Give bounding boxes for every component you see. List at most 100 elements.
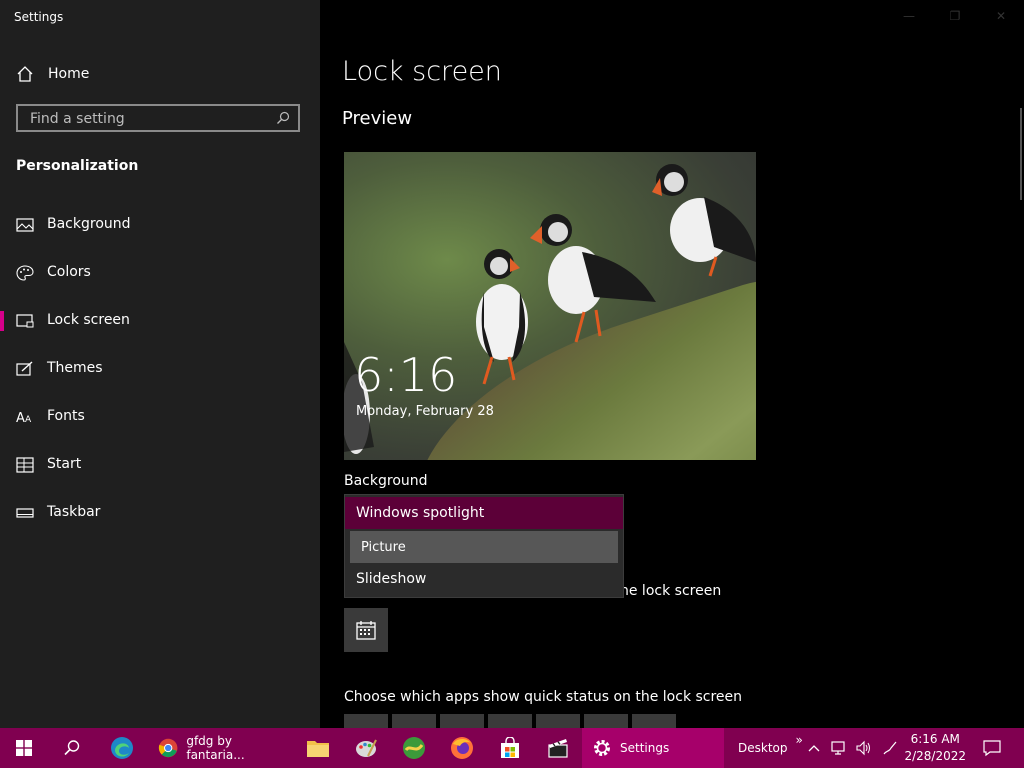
search-icon[interactable] (276, 111, 290, 125)
pen-workspace-button[interactable] (880, 728, 900, 768)
store-bag-icon (501, 737, 519, 758)
preview-heading: Preview (342, 108, 413, 129)
edge-button[interactable] (98, 728, 146, 768)
sidebar-item-fonts[interactable]: AA Fonts (0, 397, 320, 437)
desktop-toolbar-label: Desktop (738, 741, 788, 755)
quick-status-slot[interactable] (392, 714, 436, 728)
quick-status-slot[interactable] (488, 714, 532, 728)
quick-status-slot[interactable] (632, 714, 676, 728)
option-slideshow[interactable]: Slideshow (345, 563, 623, 595)
clock-date: 2/28/2022 (904, 749, 966, 763)
sidebar-item-label: Background (47, 216, 131, 232)
video-editor-button[interactable] (534, 728, 582, 768)
palette-icon (16, 265, 34, 281)
calendar-app-button[interactable] (344, 608, 388, 652)
sidebar-item-themes[interactable]: Themes (0, 349, 320, 389)
show-hidden-icons-button[interactable] (806, 728, 822, 768)
sidebar-item-label: Fonts (47, 408, 85, 424)
sidebar-item-lock-screen[interactable]: Lock screen (0, 301, 320, 341)
start-button[interactable] (0, 728, 48, 768)
paint-palette-icon (356, 739, 377, 757)
preview-date: Monday, February 28 (356, 404, 494, 419)
clapperboard-icon (548, 739, 568, 758)
taskbar: gfdg by fantaria... Settings Desktop » 6… (0, 728, 1024, 768)
quick-status-slot[interactable] (440, 714, 484, 728)
sidebar-item-start[interactable]: Start (0, 445, 320, 485)
paint-button[interactable] (342, 728, 390, 768)
sidebar-item-label: Themes (47, 360, 103, 376)
taskbar-search-button[interactable] (48, 728, 96, 768)
start-icon (16, 457, 34, 473)
edge-icon (111, 737, 133, 759)
volume-button[interactable] (854, 728, 872, 768)
toolbar-chevron-icon[interactable]: » (796, 733, 803, 747)
sidebar-item-colors[interactable]: Colors (0, 253, 320, 293)
quick-status-slot[interactable] (344, 714, 388, 728)
sidebar-item-label: Lock screen (47, 312, 130, 328)
chrome-window-label: gfdg by fantaria... (186, 734, 245, 762)
speaker-icon (856, 740, 870, 756)
network-icon (831, 741, 845, 755)
action-center-button[interactable] (978, 728, 1006, 768)
network-button[interactable] (830, 728, 848, 768)
svg-text:A: A (25, 415, 32, 425)
quick-status-apps (344, 714, 676, 728)
lock-screen-partial-text: he lock screen (620, 583, 722, 599)
font-icon: AA (16, 411, 32, 425)
sidebar-item-background[interactable]: Background (0, 205, 320, 245)
firefox-button[interactable] (438, 728, 486, 768)
map-app-icon (403, 737, 425, 759)
windows-logo-icon (16, 740, 32, 756)
calendar-icon (356, 621, 376, 640)
chrome-taskbar-button[interactable]: gfdg by fantaria... (150, 728, 286, 768)
option-picture[interactable]: Picture (350, 531, 618, 563)
settings-window-label: Settings (620, 741, 670, 755)
store-button[interactable] (486, 728, 534, 768)
clock-time: 6:16 AM (910, 732, 960, 746)
maps-app-button[interactable] (390, 728, 438, 768)
chrome-icon (158, 738, 178, 758)
page-title: Lock screen (342, 56, 502, 87)
search-box[interactable] (16, 104, 300, 132)
sidebar: Settings Home Personalization Background… (0, 0, 320, 728)
home-icon (17, 66, 33, 82)
lock-screen-icon (16, 314, 34, 328)
quick-status-slot[interactable] (584, 714, 628, 728)
main-content: — ❐ ✕ Lock screen Preview 6:16 Monday, F… (320, 0, 1024, 728)
background-label: Background (344, 473, 428, 489)
firefox-icon (451, 737, 473, 759)
scrollbar[interactable] (1020, 108, 1022, 200)
preview-time: 6:16 (354, 348, 458, 402)
sidebar-item-taskbar[interactable]: Taskbar (0, 493, 320, 533)
quick-status-heading: Choose which apps show quick status on t… (344, 689, 743, 705)
svg-text:A: A (16, 411, 25, 425)
search-icon (64, 740, 80, 756)
background-dropdown[interactable]: Windows spotlight Picture Slideshow (344, 494, 624, 598)
window-controls: — ❐ ✕ (886, 0, 1024, 32)
sidebar-item-label: Colors (47, 264, 91, 280)
lock-screen-preview: 6:16 Monday, February 28 (344, 152, 756, 460)
home-nav[interactable]: Home (16, 62, 89, 86)
brush-icon (16, 361, 33, 376)
desktop-toolbar[interactable]: Desktop » (738, 728, 803, 768)
taskbar-icon (16, 508, 34, 518)
file-explorer-button[interactable] (294, 728, 342, 768)
search-input[interactable] (28, 110, 272, 128)
notification-icon (983, 740, 1001, 757)
option-windows-spotlight[interactable]: Windows spotlight (345, 497, 623, 529)
folder-icon (307, 741, 329, 757)
maximize-button[interactable]: ❐ (932, 0, 978, 32)
clock[interactable]: 6:16 AM 2/28/2022 (904, 731, 966, 765)
chevron-up-icon (808, 745, 820, 752)
picture-icon (16, 218, 34, 232)
app-title: Settings (14, 10, 64, 24)
settings-taskbar-button[interactable]: Settings (582, 728, 724, 768)
close-button[interactable]: ✕ (978, 0, 1024, 32)
sidebar-item-label: Start (47, 456, 82, 472)
minimize-button[interactable]: — (886, 0, 932, 32)
quick-status-slot[interactable] (536, 714, 580, 728)
home-label: Home (48, 66, 90, 82)
sidebar-item-label: Taskbar (47, 504, 101, 520)
pen-icon (883, 741, 897, 755)
gear-icon (594, 740, 610, 756)
